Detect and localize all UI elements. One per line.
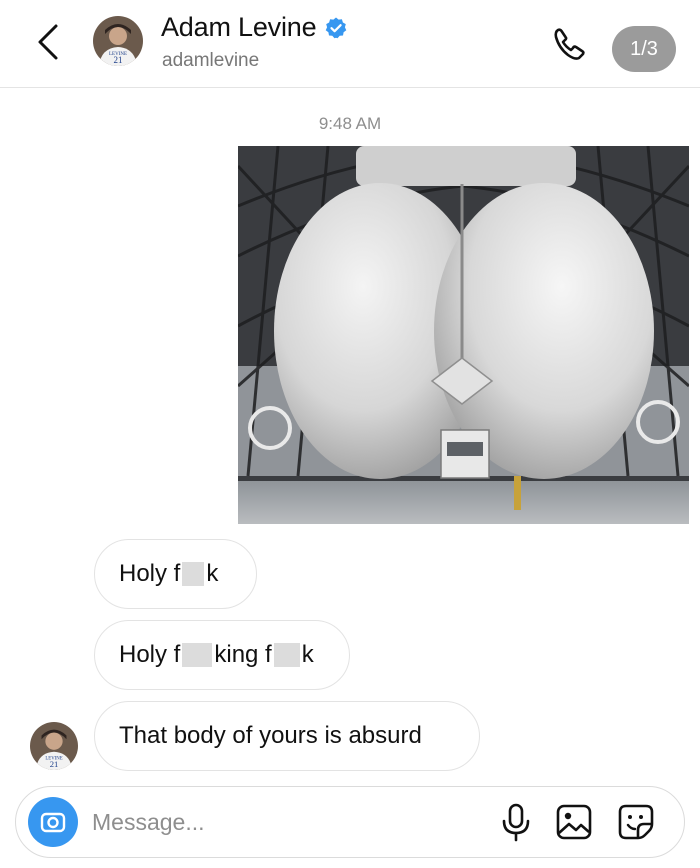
contact-name-text: Adam Levine bbox=[161, 12, 317, 42]
voice-message-button[interactable] bbox=[496, 801, 536, 843]
sender-avatar[interactable]: LEVINE 21 bbox=[30, 722, 78, 770]
svg-text:21: 21 bbox=[114, 55, 123, 65]
camera-icon bbox=[40, 812, 66, 833]
contact-username: adamlevine bbox=[162, 50, 260, 71]
censor-block bbox=[273, 643, 300, 667]
censor-block bbox=[182, 643, 213, 667]
shared-photo[interactable] bbox=[238, 146, 689, 524]
camera-button[interactable] bbox=[28, 797, 78, 847]
microphone-icon bbox=[502, 803, 530, 842]
call-button[interactable] bbox=[548, 22, 592, 66]
message-bubble[interactable]: That body of yours is absurd bbox=[94, 701, 480, 771]
verified-badge-icon bbox=[326, 17, 347, 38]
message-input[interactable] bbox=[92, 805, 472, 839]
svg-text:21: 21 bbox=[50, 759, 59, 769]
message-bubble[interactable]: Holy fk bbox=[94, 539, 257, 609]
censor-block bbox=[182, 562, 205, 586]
thread-counter-badge[interactable]: 1/3 bbox=[612, 26, 676, 72]
message-composer bbox=[15, 786, 685, 858]
message-timestamp: 9:48 AM bbox=[318, 114, 382, 133]
back-button[interactable] bbox=[30, 20, 66, 64]
chat-header: LEVINE 21 Adam Levine adamlevine 1/3 bbox=[0, 0, 700, 88]
gallery-icon bbox=[556, 804, 592, 840]
back-chevron-icon bbox=[38, 24, 58, 60]
contact-name[interactable]: Adam Levine bbox=[161, 12, 348, 43]
phone-icon bbox=[554, 28, 585, 60]
message-bubble[interactable]: Holy f king fk bbox=[94, 620, 350, 690]
sticker-icon bbox=[618, 804, 654, 840]
gallery-button[interactable] bbox=[554, 802, 594, 842]
avatar[interactable]: LEVINE 21 bbox=[93, 16, 143, 66]
sticker-button[interactable] bbox=[616, 802, 656, 842]
